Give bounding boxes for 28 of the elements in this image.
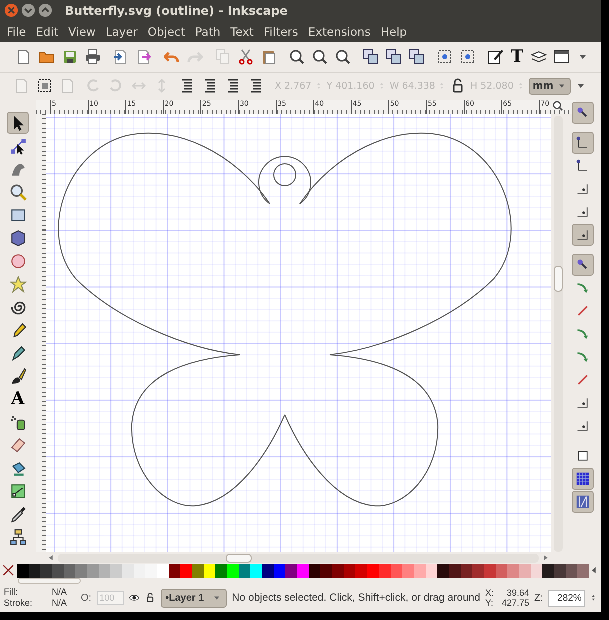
zoom-label: Z: xyxy=(534,592,544,604)
menu-item[interactable]: Help xyxy=(376,24,412,39)
status-message: No objects selected. Click, Shift+click, or drag around xyxy=(232,592,480,604)
stroke-label: Stroke: xyxy=(4,598,34,610)
y-label: Y: xyxy=(485,598,494,608)
menu-item[interactable]: Path xyxy=(190,24,226,39)
menu-item[interactable]: Filters xyxy=(258,24,304,39)
menu-item[interactable]: File xyxy=(2,24,32,39)
menu-item[interactable]: Extensions xyxy=(303,24,376,39)
opacity-label: O: xyxy=(81,592,92,604)
menu-item[interactable]: View xyxy=(64,24,101,39)
text-tool-icon: A xyxy=(11,390,25,408)
tool-button[interactable]: A xyxy=(7,388,29,410)
window-title: Butterfly.svg (outline) - Inkscape xyxy=(65,4,288,18)
fill-label: Fill: xyxy=(4,587,19,598)
menu-item[interactable]: Text xyxy=(226,24,259,39)
y-coordinate: 427.75 xyxy=(500,598,530,608)
zoom-field[interactable]: 282% xyxy=(548,590,585,607)
stroke-value: N/A xyxy=(52,598,68,610)
layer-dropdown[interactable]: •Layer 1 xyxy=(160,588,228,608)
text-tool-icon[interactable]: T xyxy=(511,48,524,66)
menu-item[interactable]: Object xyxy=(142,24,190,39)
menu-item[interactable]: Edit xyxy=(31,24,64,39)
x-coordinate: 39.64 xyxy=(506,588,530,598)
unit-dropdown[interactable]: mm xyxy=(528,78,571,95)
x-label: X: xyxy=(485,588,495,598)
fill-value: N/A xyxy=(52,587,68,598)
menu-item[interactable]: Layer xyxy=(100,24,143,39)
